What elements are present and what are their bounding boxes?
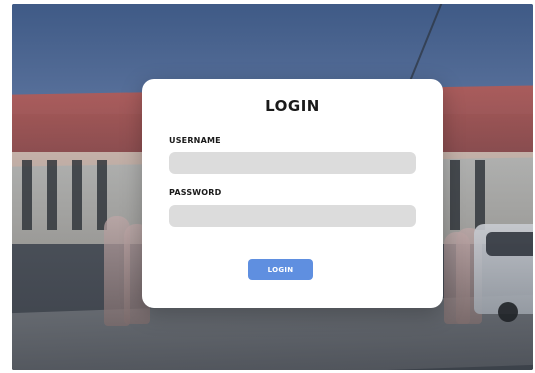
- password-label: PASSWORD: [169, 188, 222, 197]
- background-window: [47, 160, 57, 230]
- password-input[interactable]: [169, 205, 416, 227]
- login-screen: LOGIN USERNAME PASSWORD LOGIN: [12, 4, 533, 370]
- background-window: [450, 160, 460, 230]
- background-car-window: [486, 232, 533, 256]
- background-window: [22, 160, 32, 230]
- background-window: [475, 160, 485, 230]
- login-card: LOGIN USERNAME PASSWORD LOGIN: [142, 79, 443, 308]
- background-window: [72, 160, 82, 230]
- username-label: USERNAME: [169, 136, 221, 145]
- username-input[interactable]: [169, 152, 416, 174]
- background-window: [97, 160, 107, 230]
- login-button[interactable]: LOGIN: [248, 259, 313, 280]
- background-car-wheel: [498, 302, 518, 322]
- login-title: LOGIN: [265, 97, 320, 115]
